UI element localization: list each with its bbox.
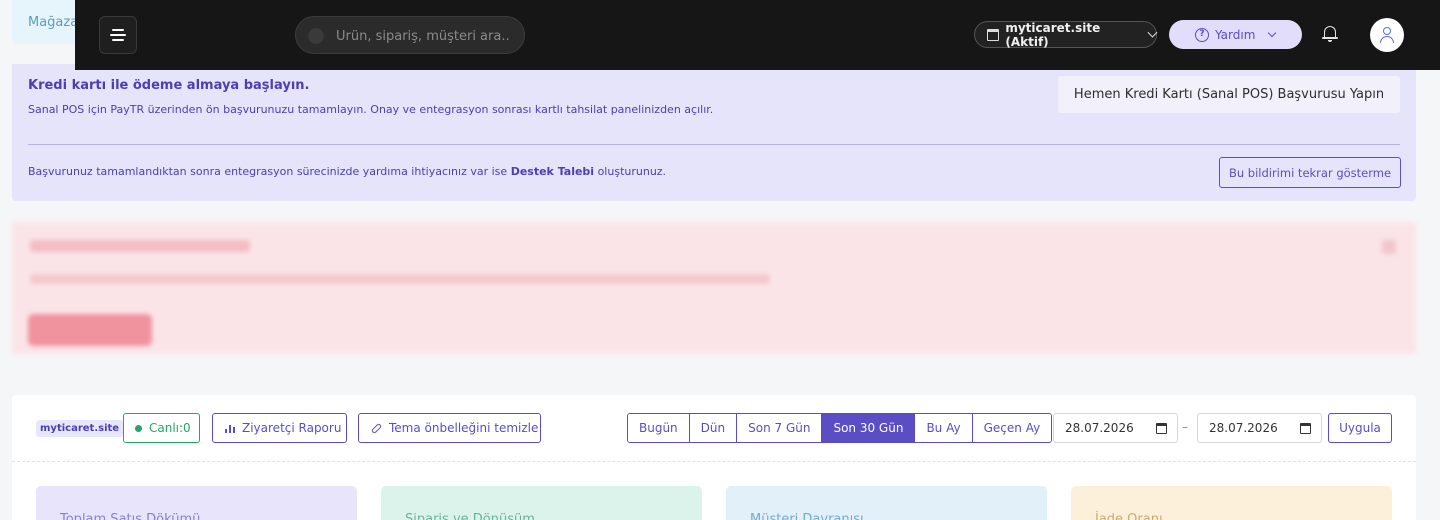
calendar-icon[interactable] [1156, 423, 1167, 434]
chevron-down-icon [1268, 28, 1277, 37]
range-yesterday[interactable]: Dün [689, 414, 738, 442]
live-visitors-label: Canlı:0 [149, 421, 191, 435]
link-icon [370, 422, 383, 434]
chevron-down-icon [1147, 27, 1158, 38]
panel-divider [12, 461, 1416, 462]
start-date-input[interactable]: 28.07.2026 [1053, 413, 1178, 443]
store-icon [987, 28, 1000, 41]
stat-card-customer-behavior: Müşteri Davranışı [726, 486, 1047, 520]
live-dot-icon [135, 424, 142, 432]
support-ticket-link[interactable]: Destek Talebi [511, 165, 594, 178]
store-strip-label: Mağaza [28, 15, 79, 30]
user-avatar[interactable] [1370, 18, 1404, 52]
calendar-icon[interactable] [1300, 423, 1311, 434]
help-icon: ? [1195, 27, 1209, 42]
menu-icon [110, 28, 126, 42]
end-date-value: 28.07.2026 [1209, 421, 1278, 435]
pos-application-button[interactable]: Hemen Kredi Kartı (Sanal POS) Başvurusu … [1058, 76, 1400, 113]
sanal-pos-banner: Kredi kartı ile ödeme almaya başlayın. S… [12, 64, 1416, 201]
range-last-7-days[interactable]: Son 7 Gün [737, 414, 823, 442]
banner-description: Sanal POS için PayTR üzerinden ön başvur… [28, 103, 714, 116]
search-icon [308, 28, 324, 44]
stat-card-orders-conversion: Sipariş ve Dönüşüm [381, 486, 702, 520]
global-search[interactable] [295, 16, 525, 54]
help-dropdown[interactable]: ? Yardım [1169, 20, 1302, 49]
stat-card-title: Toplam Satış Dökümü [60, 512, 201, 520]
banner-note: Başvurunuz tamamlandıktan sonra entegras… [28, 165, 666, 178]
clear-theme-cache-label: Tema önbelleğini temizle [389, 421, 539, 435]
site-selector-dropdown[interactable]: myticaret.site (Aktif) [974, 20, 1158, 49]
banner-title: Kredi kartı ile ödeme almaya başlayın. [28, 78, 310, 93]
dont-show-again-button[interactable]: Bu bildirimi tekrar gösterme [1219, 157, 1401, 188]
clear-theme-cache-button[interactable]: Tema önbelleğini temizle [358, 413, 541, 443]
search-input[interactable] [336, 26, 516, 46]
top-navbar: myticaret.site (Aktif) ? Yardım [75, 0, 1440, 70]
range-this-month[interactable]: Bu Ay [915, 414, 973, 442]
site-tag: myticaret.site [36, 420, 124, 437]
range-last-30-days[interactable]: Son 30 Gün [822, 414, 916, 442]
date-range-toggle: Bugün Dün Son 7 Gün Son 30 Gün Bu Ay Geç… [627, 413, 1053, 443]
blurred-alert-button [28, 314, 152, 346]
live-visitors-badge: Canlı:0 [123, 413, 200, 443]
stat-card-total-sales: Toplam Satış Dökümü [36, 486, 357, 520]
bell-icon[interactable] [1322, 25, 1338, 43]
menu-toggle-button[interactable] [99, 16, 137, 54]
date-separator: – [1182, 420, 1188, 434]
end-date-input[interactable]: 28.07.2026 [1197, 413, 1322, 443]
user-icon [1383, 27, 1391, 35]
banner-note-suffix: oluşturunuz. [594, 165, 667, 178]
stat-card-title: Müşteri Davranışı [750, 512, 864, 520]
range-last-month[interactable]: Geçen Ay [972, 414, 1052, 442]
visitor-report-button[interactable]: Ziyaretçi Raporu [212, 413, 347, 443]
banner-note-prefix: Başvurunuz tamamlandıktan sonra entegras… [28, 165, 511, 178]
start-date-value: 28.07.2026 [1065, 421, 1134, 435]
stat-card-return-rate: İade Oranı [1071, 486, 1392, 520]
bar-chart-icon [225, 424, 235, 433]
banner-divider [28, 144, 1400, 145]
blurred-alert-text [30, 274, 770, 284]
visitor-report-label: Ziyaretçi Raporu [242, 421, 342, 435]
stat-card-title: İade Oranı [1095, 512, 1163, 520]
help-label: Yardım [1215, 27, 1256, 42]
range-today[interactable]: Bugün [628, 414, 690, 442]
apply-button[interactable]: Uygula [1328, 413, 1392, 443]
blurred-alert-title [30, 240, 250, 252]
site-selector-label: myticaret.site (Aktif) [1005, 20, 1101, 49]
stat-card-title: Sipariş ve Dönüşüm [405, 512, 535, 520]
blurred-alert [12, 222, 1416, 354]
close-icon [1382, 240, 1396, 254]
